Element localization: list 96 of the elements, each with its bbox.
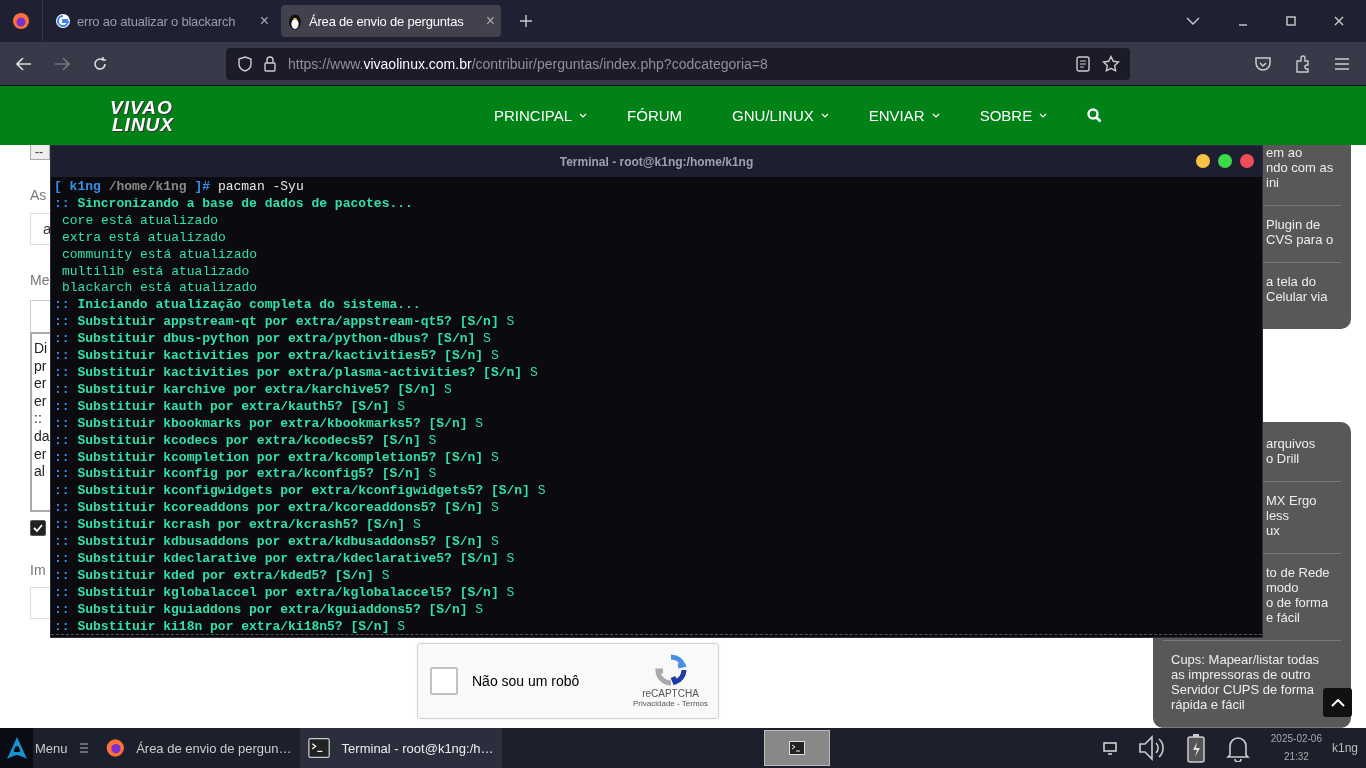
- terminal-line: :: Substituir kcrash por extra/kcrash5? [S/n] S: [54, 517, 422, 535]
- star-icon[interactable]: [1102, 54, 1120, 73]
- lock-icon[interactable]: [264, 55, 276, 72]
- nav-link[interactable]: SOBRE: [979, 107, 1048, 124]
- terminal-line: community está atualizado: [61, 246, 259, 264]
- terminal-line: :: Substituir kguiaddons por extra/kguiaddons5? [S/n] S: [54, 601, 485, 619]
- nav-link[interactable]: PRINCIPAL: [494, 107, 588, 124]
- terminal-line: :: Substituir kdbusaddons por extra/kdbusaddons5? [S/n] S: [54, 534, 500, 551]
- nav-link[interactable]: ENVIAR: [868, 107, 940, 124]
- google-icon: [55, 13, 71, 29]
- terminal-line: :: Substituir kbookmarks por extra/kbookmarks5? [S/n] S: [54, 415, 485, 433]
- arch-logo-icon[interactable]: [5, 736, 28, 760]
- captcha-checkbox[interactable]: [430, 667, 458, 695]
- terminal-line: :: Substituir kdeclarative por extra/kdeclarative5? [S/n] S: [54, 550, 516, 568]
- minimize-button[interactable]: [1196, 154, 1210, 168]
- terminal-line: :: Substituir kcoreaddons por extra/kcoreaddons5? [S/n] S: [54, 500, 500, 518]
- back-icon[interactable]: [16, 56, 32, 71]
- terminal-line: :: Substituir kactivities por extra/kactivities5? [S/n] S: [54, 348, 500, 365]
- sidebar-link[interactable]: arquivos o Drill: [1266, 436, 1316, 466]
- bell-icon[interactable]: [1224, 734, 1251, 762]
- browser-tab[interactable]: Área de envio de perguntas ×: [281, 5, 501, 37]
- forward-icon[interactable]: [54, 56, 70, 71]
- close-tab-button[interactable]: ×: [485, 12, 495, 30]
- tab-list-icon[interactable]: [1186, 17, 1200, 25]
- caret-icon[interactable]: [1039, 113, 1048, 118]
- penguin-icon: [287, 12, 303, 30]
- reload-icon[interactable]: [92, 55, 108, 72]
- terminal-line: :: Substituir kconfig por extra/kconfig5? [S/n] S: [54, 466, 438, 484]
- sidebar-link[interactable]: MX Ergo less ux: [1266, 493, 1317, 538]
- new-tab-icon[interactable]: [519, 14, 533, 28]
- terminal-line: :: Substituir karchive por extra/karchive5? [S/n] S: [54, 381, 453, 399]
- field-label: As: [30, 187, 48, 203]
- site-logo[interactable]: VIVAO LINUX: [110, 98, 174, 133]
- captcha-brand: reCAPTCHA: [642, 688, 699, 699]
- close-tab-button[interactable]: ×: [259, 12, 269, 30]
- terminal-line: :: Substituir kauth por extra/kauth5? [S/n] S: [54, 398, 407, 416]
- workspace-pager[interactable]: [764, 730, 831, 766]
- screen-icon[interactable]: [1102, 741, 1117, 755]
- maximize-button[interactable]: [1218, 154, 1232, 168]
- terminal-line: :: Sincronizando a base de dados de pacotes...: [54, 195, 414, 213]
- captcha-links[interactable]: Privacidade - Termos: [633, 699, 708, 708]
- terminal-line: :: Substituir ki18n por extra/ki18n5? [S/n] S: [54, 618, 407, 636]
- caret-icon[interactable]: [820, 113, 829, 118]
- taskbar-task[interactable]: Área de envio de pergun…: [97, 728, 300, 768]
- field-label: Me: [30, 272, 50, 288]
- category-select[interactable]: --: [30, 145, 50, 160]
- nav-link[interactable]: FÓRUM: [627, 107, 683, 124]
- menu-lines-icon[interactable]: [79, 743, 88, 753]
- user-name[interactable]: k1ng: [1331, 741, 1358, 755]
- search-icon[interactable]: [1087, 108, 1103, 123]
- reader-view-icon[interactable]: [1076, 55, 1090, 72]
- terminal-line: :: Substituir dbus-python por extra/python-dbus? [S/n] S: [54, 331, 492, 349]
- terminal-line: :: Substituir kactivities por extra/plasma-activities? [S/n] S: [54, 364, 539, 382]
- terminal-line: :: Substituir kded por extra/kded5? [S/n] S: [54, 567, 391, 585]
- recaptcha-icon: [654, 654, 687, 686]
- terminal-line: :: Iniciando atualização completa do sistema...: [54, 297, 422, 315]
- window-title: Terminal - root@k1ng:/home/k1ng: [559, 154, 754, 169]
- browser-tab[interactable]: erro ao atualizar o blackarch ×: [49, 5, 275, 37]
- caret-icon[interactable]: [579, 113, 588, 118]
- terminal-line: :: Substituir kglobalaccel por extra/kglobalaccel5? [S/n] S: [54, 584, 516, 602]
- terminal-line: :: Substituir kcodecs por extra/kcodecs5? [S/n] S: [54, 432, 438, 450]
- sidebar-link[interactable]: Plugin de CVS para o: [1266, 217, 1334, 247]
- checkbox[interactable]: [30, 520, 46, 536]
- menu-icon[interactable]: [1334, 56, 1350, 71]
- pocket-icon[interactable]: [1254, 55, 1272, 72]
- terminal-line: core está atualizado: [61, 212, 220, 230]
- terminal-line: multilib está atualizado: [61, 263, 251, 281]
- terminal-icon: [307, 736, 330, 760]
- volume-icon[interactable]: [1136, 734, 1167, 762]
- firefox-icon[interactable]: [12, 12, 30, 30]
- extensions-icon[interactable]: [1294, 54, 1312, 73]
- sidebar-link[interactable]: to de Rede modo o de forma e fácil: [1266, 565, 1330, 625]
- sidebar-link[interactable]: a tela do Celular via: [1266, 274, 1328, 304]
- terminal-line: extra está atualizado: [61, 229, 227, 247]
- menu-button[interactable]: Menu: [35, 740, 68, 756]
- sidebar-link[interactable]: em ao ndo com as ini: [1266, 145, 1334, 190]
- taskbar-task[interactable]: Terminal - root@k1ng:/h…: [299, 728, 502, 768]
- close-icon[interactable]: [1334, 16, 1344, 26]
- terminal-line: :: Substituir kconfigwidgets por extra/kconfigwidgets5? [S/n] S: [54, 483, 547, 501]
- caret-icon[interactable]: [931, 113, 940, 118]
- maximize-icon[interactable]: [1286, 16, 1296, 26]
- terminal-icon: [789, 741, 806, 755]
- shield-icon[interactable]: [238, 55, 252, 72]
- nav-link[interactable]: GNU/LINUX: [732, 107, 829, 124]
- captcha-label: Não sou um robô: [472, 673, 581, 689]
- close-button[interactable]: [1240, 154, 1254, 168]
- terminal-line: blackarch está atualizado: [61, 280, 259, 298]
- field-label: Im: [30, 562, 47, 578]
- terminal-line: :: Substituir kcompletion por extra/kcompletion5? [S/n] S: [54, 449, 500, 467]
- chevron-up-icon: [1330, 698, 1345, 707]
- terminal-line: :: Substituir appstream-qt por extra/appstream-qt5? [S/n] S: [54, 314, 516, 332]
- url-field[interactable]: https://www.vivaolinux.com.br/contribuir/perguntas/index.php?codcategoria=8: [226, 47, 1130, 80]
- clock[interactable]: 2025-02-06 21:32: [1270, 730, 1322, 766]
- terminal-line: [ k1ng /home/k1ng ]# pacman -Syu: [54, 179, 305, 196]
- battery-icon[interactable]: [1186, 733, 1205, 763]
- back-to-top-button[interactable]: [1323, 688, 1352, 717]
